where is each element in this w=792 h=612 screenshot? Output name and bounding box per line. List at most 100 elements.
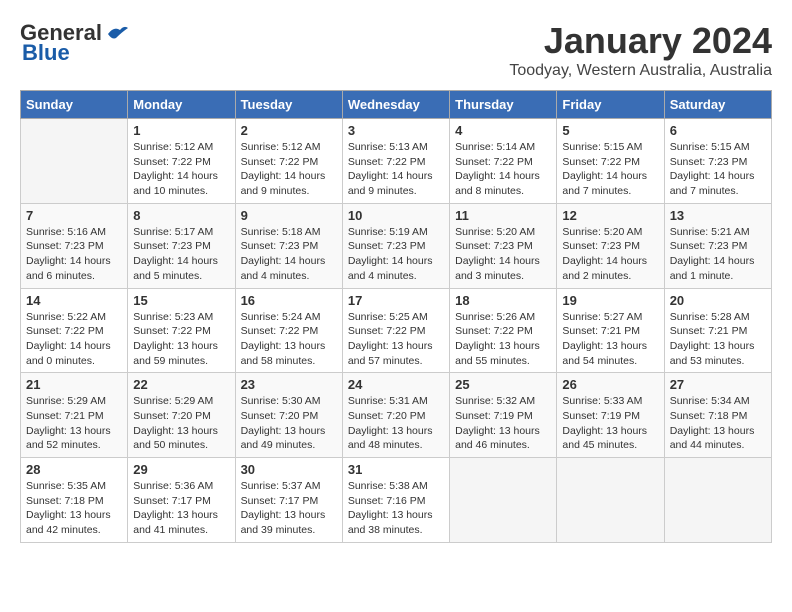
cell-content: Sunrise: 5:29 AMSunset: 7:20 PMDaylight:…	[133, 394, 229, 453]
day-number: 24	[348, 377, 444, 392]
cell-content: Sunrise: 5:13 AMSunset: 7:22 PMDaylight:…	[348, 140, 444, 199]
day-number: 28	[26, 462, 122, 477]
cell-content: Sunrise: 5:20 AMSunset: 7:23 PMDaylight:…	[455, 225, 551, 284]
cell-content: Sunrise: 5:23 AMSunset: 7:22 PMDaylight:…	[133, 310, 229, 369]
month-title: January 2024	[509, 20, 772, 62]
logo-bird-icon	[106, 24, 128, 42]
cell-content: Sunrise: 5:12 AMSunset: 7:22 PMDaylight:…	[133, 140, 229, 199]
day-number: 22	[133, 377, 229, 392]
cell-content: Sunrise: 5:21 AMSunset: 7:23 PMDaylight:…	[670, 225, 766, 284]
calendar-cell: 15 Sunrise: 5:23 AMSunset: 7:22 PMDayligh…	[128, 288, 235, 373]
cell-content: Sunrise: 5:15 AMSunset: 7:23 PMDaylight:…	[670, 140, 766, 199]
cell-content: Sunrise: 5:35 AMSunset: 7:18 PMDaylight:…	[26, 479, 122, 538]
title-block: January 2024 Toodyay, Western Australia,…	[509, 20, 772, 80]
day-number: 18	[455, 293, 551, 308]
day-number: 16	[241, 293, 337, 308]
calendar-cell: 24 Sunrise: 5:31 AMSunset: 7:20 PMDayligh…	[342, 373, 449, 458]
logo-text-blue: Blue	[20, 40, 70, 66]
day-number: 27	[670, 377, 766, 392]
cell-content: Sunrise: 5:15 AMSunset: 7:22 PMDaylight:…	[562, 140, 658, 199]
calendar-cell: 31 Sunrise: 5:38 AMSunset: 7:16 PMDayligh…	[342, 458, 449, 543]
calendar-cell: 11Sunrise: 5:20 AMSunset: 7:23 PMDayligh…	[450, 203, 557, 288]
cell-content: Sunrise: 5:26 AMSunset: 7:22 PMDaylight:…	[455, 310, 551, 369]
calendar-cell: 8 Sunrise: 5:17 AMSunset: 7:23 PMDaylight…	[128, 203, 235, 288]
calendar-cell: 20 Sunrise: 5:28 AMSunset: 7:21 PMDayligh…	[664, 288, 771, 373]
cell-content: Sunrise: 5:16 AMSunset: 7:23 PMDaylight:…	[26, 225, 122, 284]
day-number: 4	[455, 123, 551, 138]
day-number: 2	[241, 123, 337, 138]
cell-content: Sunrise: 5:14 AMSunset: 7:22 PMDaylight:…	[455, 140, 551, 199]
weekday-header-wednesday: Wednesday	[342, 91, 449, 119]
calendar-cell: 4 Sunrise: 5:14 AMSunset: 7:22 PMDaylight…	[450, 119, 557, 204]
cell-content: Sunrise: 5:29 AMSunset: 7:21 PMDaylight:…	[26, 394, 122, 453]
calendar-cell: 16 Sunrise: 5:24 AMSunset: 7:22 PMDayligh…	[235, 288, 342, 373]
calendar-cell: 5Sunrise: 5:15 AMSunset: 7:22 PMDaylight…	[557, 119, 664, 204]
weekday-header-monday: Monday	[128, 91, 235, 119]
calendar-cell	[557, 458, 664, 543]
cell-content: Sunrise: 5:33 AMSunset: 7:19 PMDaylight:…	[562, 394, 658, 453]
weekday-header-friday: Friday	[557, 91, 664, 119]
day-number: 14	[26, 293, 122, 308]
calendar-cell: 26 Sunrise: 5:33 AMSunset: 7:19 PMDayligh…	[557, 373, 664, 458]
cell-content: Sunrise: 5:30 AMSunset: 7:20 PMDaylight:…	[241, 394, 337, 453]
weekday-header-row: SundayMondayTuesdayWednesdayThursdayFrid…	[21, 91, 772, 119]
calendar-cell: 19Sunrise: 5:27 AMSunset: 7:21 PMDayligh…	[557, 288, 664, 373]
calendar-cell: 13Sunrise: 5:21 AMSunset: 7:23 PMDayligh…	[664, 203, 771, 288]
calendar-cell: 2Sunrise: 5:12 AMSunset: 7:22 PMDaylight…	[235, 119, 342, 204]
cell-content: Sunrise: 5:20 AMSunset: 7:23 PMDaylight:…	[562, 225, 658, 284]
day-number: 26	[562, 377, 658, 392]
calendar-cell: 10 Sunrise: 5:19 AMSunset: 7:23 PMDayligh…	[342, 203, 449, 288]
day-number: 19	[562, 293, 658, 308]
day-number: 21	[26, 377, 122, 392]
calendar-cell: 27 Sunrise: 5:34 AMSunset: 7:18 PMDayligh…	[664, 373, 771, 458]
day-number: 9	[241, 208, 337, 223]
page-header: General Blue January 2024 Toodyay, Weste…	[20, 20, 772, 80]
cell-content: Sunrise: 5:22 AMSunset: 7:22 PMDaylight:…	[26, 310, 122, 369]
calendar-cell: 23 Sunrise: 5:30 AMSunset: 7:20 PMDayligh…	[235, 373, 342, 458]
day-number: 23	[241, 377, 337, 392]
weekday-header-tuesday: Tuesday	[235, 91, 342, 119]
calendar-cell: 3Sunrise: 5:13 AMSunset: 7:22 PMDaylight…	[342, 119, 449, 204]
week-row-1: 1Sunrise: 5:12 AMSunset: 7:22 PMDaylight…	[21, 119, 772, 204]
weekday-header-thursday: Thursday	[450, 91, 557, 119]
calendar-cell: 30 Sunrise: 5:37 AMSunset: 7:17 PMDayligh…	[235, 458, 342, 543]
day-number: 20	[670, 293, 766, 308]
calendar-cell	[664, 458, 771, 543]
calendar-cell: 9 Sunrise: 5:18 AMSunset: 7:23 PMDaylight…	[235, 203, 342, 288]
calendar-cell	[450, 458, 557, 543]
calendar-cell: 1Sunrise: 5:12 AMSunset: 7:22 PMDaylight…	[128, 119, 235, 204]
cell-content: Sunrise: 5:31 AMSunset: 7:20 PMDaylight:…	[348, 394, 444, 453]
cell-content: Sunrise: 5:28 AMSunset: 7:21 PMDaylight:…	[670, 310, 766, 369]
week-row-3: 14 Sunrise: 5:22 AMSunset: 7:22 PMDayligh…	[21, 288, 772, 373]
cell-content: Sunrise: 5:18 AMSunset: 7:23 PMDaylight:…	[241, 225, 337, 284]
calendar-cell: 6Sunrise: 5:15 AMSunset: 7:23 PMDaylight…	[664, 119, 771, 204]
day-number: 10	[348, 208, 444, 223]
cell-content: Sunrise: 5:34 AMSunset: 7:18 PMDaylight:…	[670, 394, 766, 453]
calendar-cell: 21 Sunrise: 5:29 AMSunset: 7:21 PMDayligh…	[21, 373, 128, 458]
day-number: 25	[455, 377, 551, 392]
day-number: 15	[133, 293, 229, 308]
weekday-header-saturday: Saturday	[664, 91, 771, 119]
calendar-cell	[21, 119, 128, 204]
cell-content: Sunrise: 5:38 AMSunset: 7:16 PMDaylight:…	[348, 479, 444, 538]
cell-content: Sunrise: 5:24 AMSunset: 7:22 PMDaylight:…	[241, 310, 337, 369]
calendar-table: SundayMondayTuesdayWednesdayThursdayFrid…	[20, 90, 772, 543]
calendar-cell: 14 Sunrise: 5:22 AMSunset: 7:22 PMDayligh…	[21, 288, 128, 373]
cell-content: Sunrise: 5:37 AMSunset: 7:17 PMDaylight:…	[241, 479, 337, 538]
day-number: 17	[348, 293, 444, 308]
calendar-cell: 28 Sunrise: 5:35 AMSunset: 7:18 PMDayligh…	[21, 458, 128, 543]
day-number: 8	[133, 208, 229, 223]
cell-content: Sunrise: 5:19 AMSunset: 7:23 PMDaylight:…	[348, 225, 444, 284]
calendar-cell: 18 Sunrise: 5:26 AMSunset: 7:22 PMDayligh…	[450, 288, 557, 373]
cell-content: Sunrise: 5:32 AMSunset: 7:19 PMDaylight:…	[455, 394, 551, 453]
day-number: 29	[133, 462, 229, 477]
cell-content: Sunrise: 5:17 AMSunset: 7:23 PMDaylight:…	[133, 225, 229, 284]
weekday-header-sunday: Sunday	[21, 91, 128, 119]
calendar-cell: 25 Sunrise: 5:32 AMSunset: 7:19 PMDayligh…	[450, 373, 557, 458]
logo: General Blue	[20, 20, 128, 66]
day-number: 31	[348, 462, 444, 477]
week-row-2: 7Sunrise: 5:16 AMSunset: 7:23 PMDaylight…	[21, 203, 772, 288]
calendar-cell: 29Sunrise: 5:36 AMSunset: 7:17 PMDayligh…	[128, 458, 235, 543]
calendar-cell: 7Sunrise: 5:16 AMSunset: 7:23 PMDaylight…	[21, 203, 128, 288]
day-number: 30	[241, 462, 337, 477]
